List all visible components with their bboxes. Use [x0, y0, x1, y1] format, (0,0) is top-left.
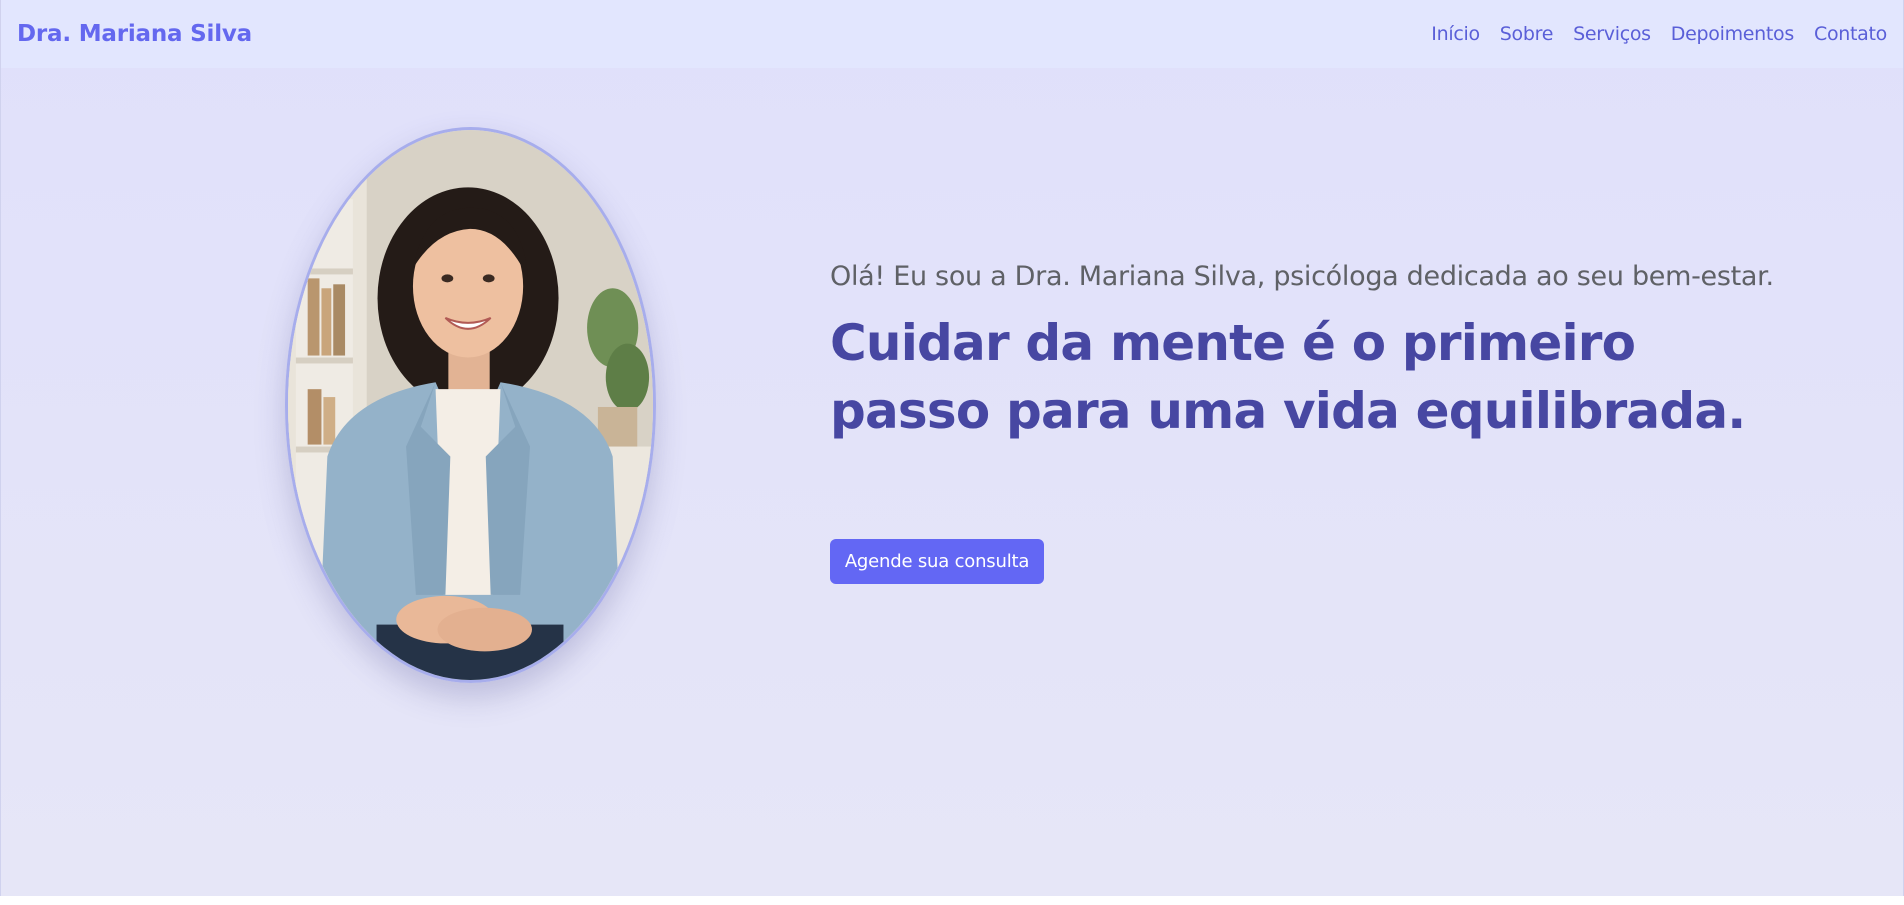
hero-greeting: Olá! Eu sou a Dra. Mariana Silva, psicól…: [830, 261, 1774, 292]
brand-logo-link[interactable]: Dra. Mariana Silva: [17, 21, 252, 47]
page: Dra. Mariana Silva Início Sobre Serviços…: [0, 0, 1904, 896]
portrait-illustration: [288, 130, 653, 680]
portrait-photo: [285, 127, 656, 683]
book-consultation-button[interactable]: Agende sua consulta: [830, 539, 1044, 584]
navbar: Dra. Mariana Silva Início Sobre Serviços…: [1, 0, 1903, 68]
nav-links: Início Sobre Serviços Depoimentos Contat…: [1431, 23, 1887, 45]
nav-link-contato[interactable]: Contato: [1814, 23, 1887, 45]
hero-text: Olá! Eu sou a Dra. Mariana Silva, psicól…: [830, 254, 1790, 445]
nav-link-sobre[interactable]: Sobre: [1500, 23, 1554, 45]
nav-link-servicos[interactable]: Serviços: [1573, 23, 1651, 45]
nav-link-inicio[interactable]: Início: [1431, 23, 1480, 45]
hero-headline: Cuidar da mente é o primeiro passo para …: [830, 314, 1746, 440]
nav-link-depoimentos[interactable]: Depoimentos: [1671, 23, 1795, 45]
